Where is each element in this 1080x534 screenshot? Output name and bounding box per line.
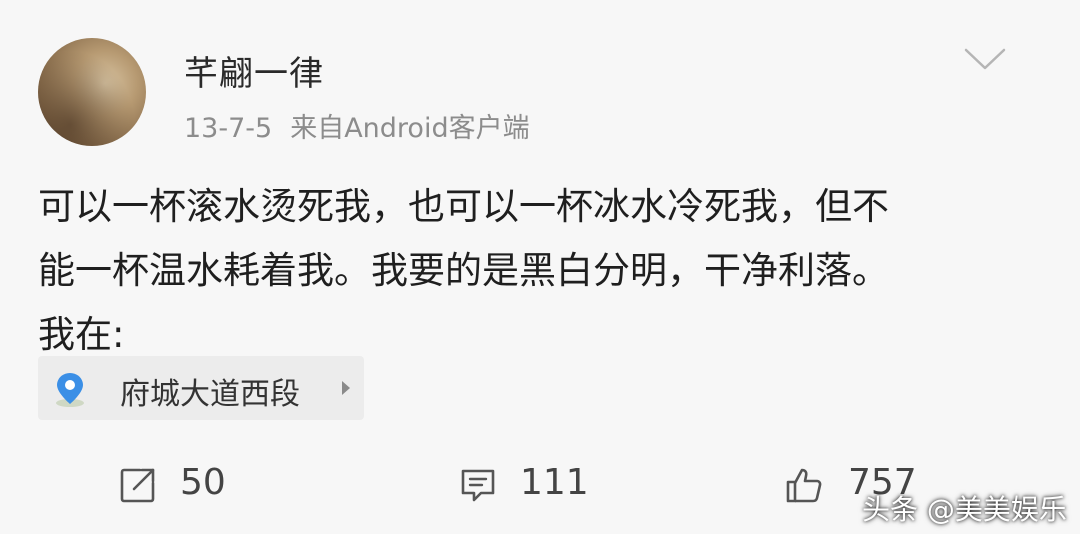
location-pin-icon <box>56 373 84 407</box>
location-label: 府城大道西段 <box>120 377 300 412</box>
repost-count: 50 <box>180 462 226 503</box>
thumbs-up-icon <box>786 468 822 503</box>
post-body-line: 可以一杯滚水烫死我，也可以一杯冰水冷死我，但不 <box>38 185 889 228</box>
post-source: 来自Android客户端 <box>290 113 530 144</box>
weibo-post: 芊翩一律 13-7-5 来自Android客户端 可以一杯滚水烫死我，也可以一杯冰… <box>0 0 1080 534</box>
post-date: 13-7-5 <box>184 113 273 144</box>
watermark: 头条 @美美娱乐 <box>862 493 1067 526</box>
caret-right-icon <box>342 381 350 395</box>
post-body-line: 能一杯温水耗着我。我要的是黑白分明，干净利落。 <box>38 249 889 292</box>
location-tag[interactable]: 府城大道西段 <box>38 356 364 420</box>
comment-icon <box>461 469 495 502</box>
repost-icon <box>120 468 155 503</box>
avatar-shade <box>38 38 146 146</box>
author-name[interactable]: 芊翩一律 <box>184 46 324 95</box>
comment-count: 111 <box>520 462 589 503</box>
post-body: 可以一杯滚水烫死我，也可以一杯冰水冷死我，但不 能一杯温水耗着我。我要的是黑白分… <box>38 175 1048 367</box>
post-meta: 13-7-5 来自Android客户端 <box>184 106 530 145</box>
chevron-down-icon[interactable] <box>962 44 1008 74</box>
avatar[interactable] <box>38 38 146 146</box>
